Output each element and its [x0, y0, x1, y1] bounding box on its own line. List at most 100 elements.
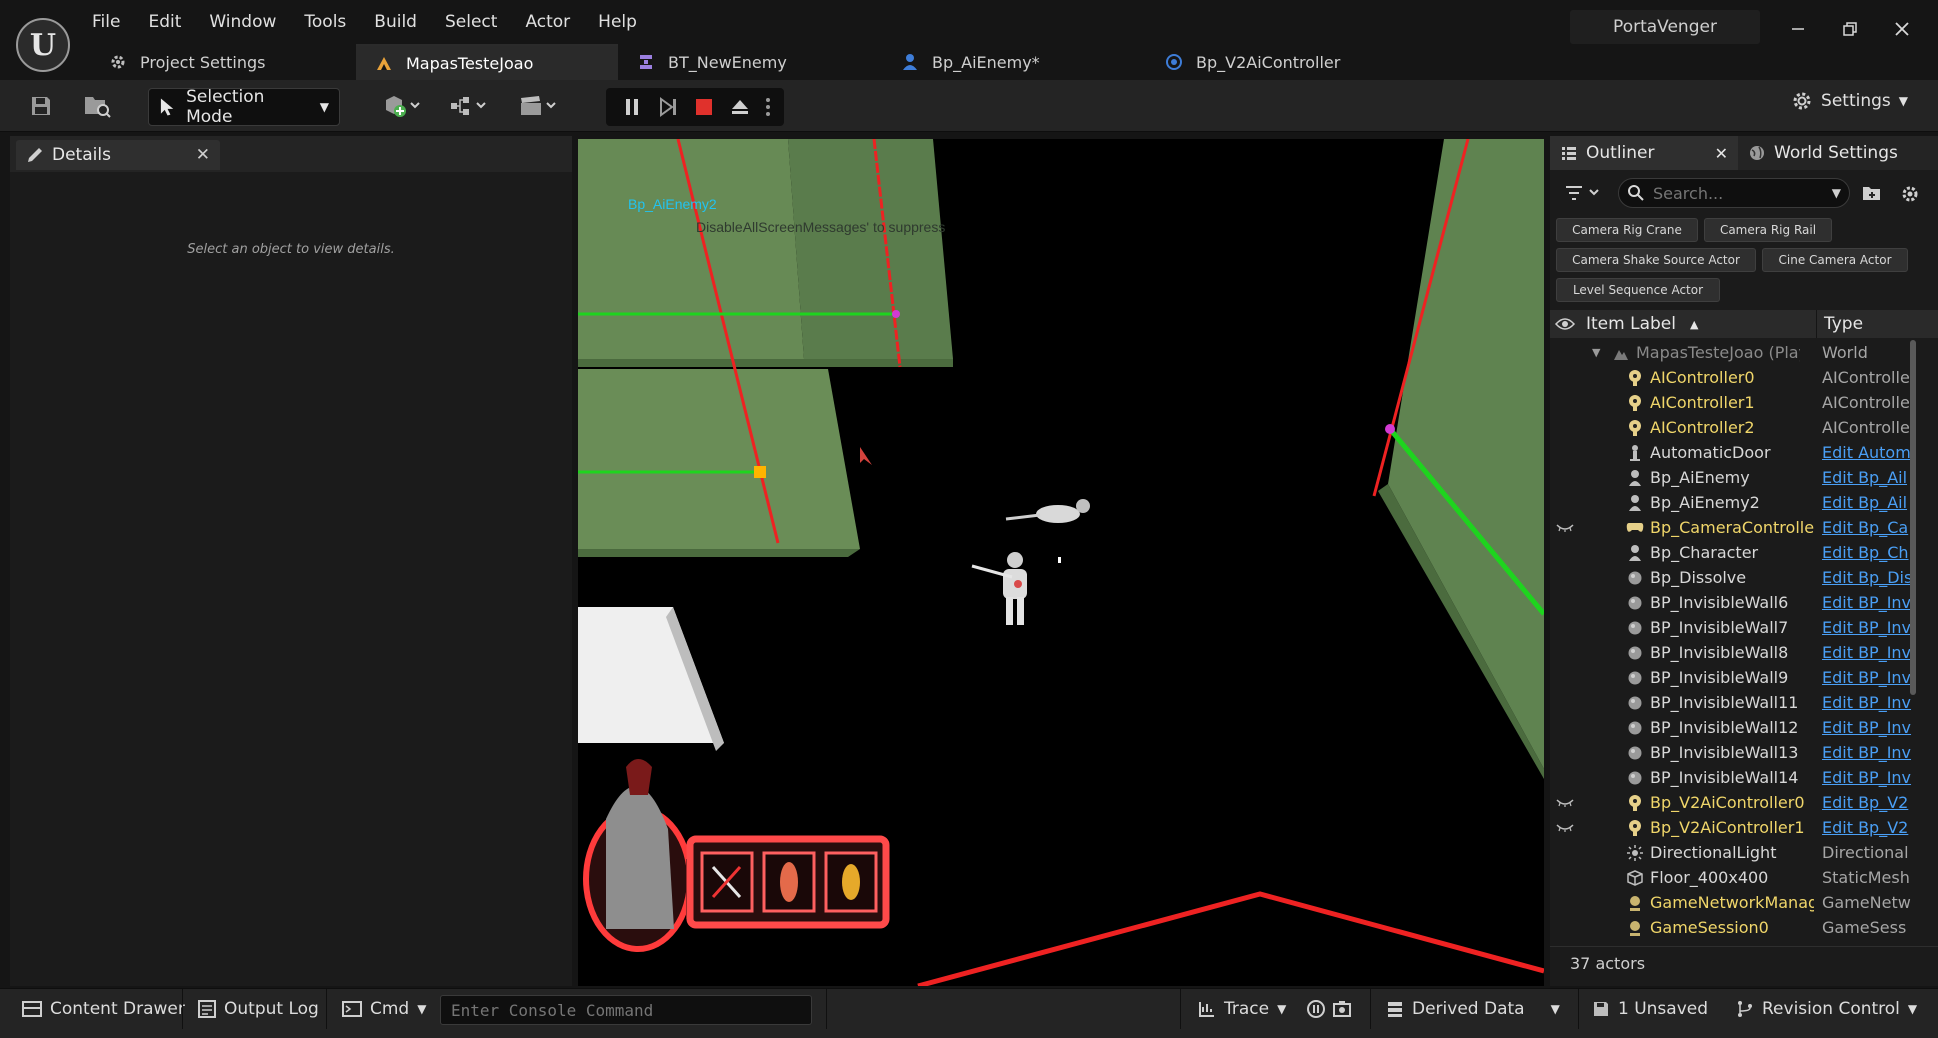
- blueprints-button[interactable]: [444, 88, 494, 124]
- tab-bp-aienemy[interactable]: Bp_AiEnemy*: [882, 44, 1146, 80]
- outliner-row[interactable]: Bp_CameraControlle Edit Bp_Ca: [1550, 515, 1930, 540]
- menu-window[interactable]: Window: [195, 8, 290, 40]
- add-folder-button[interactable]: [1862, 184, 1882, 206]
- tab-bp-v2aicontroller[interactable]: Bp_V2AiController: [1146, 44, 1386, 80]
- item-type[interactable]: Edit Bp_V2: [1822, 818, 1926, 837]
- hidden-eye-icon[interactable]: [1550, 798, 1580, 808]
- outliner-row[interactable]: AIController1 AIControlle: [1550, 390, 1930, 415]
- column-item-label[interactable]: Item Label: [1586, 314, 1676, 334]
- close-icon[interactable]: ✕: [1715, 144, 1728, 163]
- outliner-row[interactable]: BP_InvisibleWall8 Edit BP_Inv: [1550, 640, 1930, 665]
- quick-add-camera-rig-crane[interactable]: Camera Rig Crane: [1556, 218, 1698, 242]
- menu-tools[interactable]: Tools: [290, 8, 360, 40]
- pause-button[interactable]: [616, 89, 648, 125]
- gear-icon: [1902, 186, 1918, 202]
- filter-button[interactable]: [1564, 184, 1604, 206]
- outliner-row[interactable]: BP_InvisibleWall14 Edit BP_Inv: [1550, 765, 1930, 790]
- derived-data-dropdown[interactable]: Derived Data ▼: [1376, 991, 1570, 1027]
- unsaved-button[interactable]: 1 Unsaved: [1582, 991, 1718, 1027]
- play-options-button[interactable]: [758, 89, 778, 125]
- outliner-row[interactable]: AIController0 AIControlle: [1550, 365, 1930, 390]
- minimize-button[interactable]: [1776, 12, 1820, 46]
- menu-help[interactable]: Help: [584, 8, 651, 40]
- quick-add-camera-rig-rail[interactable]: Camera Rig Rail: [1704, 218, 1832, 242]
- item-type[interactable]: Edit BP_Inv: [1822, 718, 1926, 737]
- output-log-button[interactable]: Output Log: [188, 991, 329, 1027]
- collapse-arrow-icon[interactable]: ▼: [1592, 346, 1600, 359]
- item-type[interactable]: Edit BP_Inv: [1822, 693, 1926, 712]
- quick-add-level-sequence[interactable]: Level Sequence Actor: [1556, 278, 1720, 302]
- close-window-button[interactable]: [1880, 12, 1924, 46]
- outliner-row[interactable]: Bp_V2AiController0 Edit Bp_V2: [1550, 790, 1930, 815]
- eject-button[interactable]: [724, 89, 756, 125]
- tab-mapasteste-joao[interactable]: MapasTesteJoao: [356, 44, 618, 80]
- revision-control-dropdown[interactable]: Revision Control ▼: [1726, 991, 1927, 1027]
- menu-build[interactable]: Build: [360, 8, 431, 40]
- cinematics-button[interactable]: [514, 88, 564, 124]
- outliner-row[interactable]: BP_InvisibleWall11 Edit BP_Inv: [1550, 690, 1930, 715]
- tab-outliner[interactable]: Outliner ✕: [1550, 136, 1738, 170]
- outliner-row[interactable]: DirectionalLight Directional: [1550, 840, 1930, 865]
- chevron-down-icon[interactable]: ▼: [1832, 186, 1841, 200]
- hidden-eye-icon[interactable]: [1550, 823, 1580, 833]
- tab-project-settings[interactable]: Project Settings: [90, 44, 356, 80]
- tab-details[interactable]: Details ✕: [16, 140, 220, 170]
- tab-bt-newenemy[interactable]: BT_NewEnemy: [618, 44, 882, 80]
- eye-icon[interactable]: [1550, 317, 1580, 331]
- details-panel: Details ✕ Select an object to view detai…: [10, 136, 572, 986]
- outliner-row[interactable]: BP_InvisibleWall7 Edit BP_Inv: [1550, 615, 1930, 640]
- outliner-row[interactable]: Bp_Dissolve Edit Bp_Dis: [1550, 565, 1930, 590]
- item-type[interactable]: Edit Bp_V2: [1822, 793, 1926, 812]
- tab-world-settings[interactable]: World Settings: [1738, 136, 1908, 170]
- outliner-row[interactable]: Bp_AiEnemy2 Edit Bp_Ail: [1550, 490, 1930, 515]
- outliner-row[interactable]: Bp_V2AiController1 Edit Bp_V2: [1550, 815, 1930, 840]
- outliner-row[interactable]: Bp_AiEnemy Edit Bp_Ail: [1550, 465, 1930, 490]
- quick-add-camera-shake-source[interactable]: Camera Shake Source Actor: [1556, 248, 1756, 272]
- menu-select[interactable]: Select: [431, 8, 511, 40]
- content-drawer-button[interactable]: Content Drawer: [12, 991, 195, 1027]
- item-label: AIController1: [1650, 393, 1755, 412]
- stop-button[interactable]: [688, 89, 720, 125]
- outliner-row[interactable]: BP_InvisibleWall6 Edit BP_Inv: [1550, 590, 1930, 615]
- outliner-row[interactable]: AIController2 AIControlle: [1550, 415, 1930, 440]
- light-icon: [1626, 844, 1644, 862]
- hidden-eye-icon[interactable]: [1550, 523, 1580, 533]
- quick-add-cine-camera[interactable]: Cine Camera Actor: [1762, 248, 1908, 272]
- column-type[interactable]: Type: [1824, 314, 1863, 334]
- browse-content-button[interactable]: [78, 88, 116, 124]
- menu-edit[interactable]: Edit: [134, 8, 195, 40]
- outliner-row[interactable]: Bp_Character Edit Bp_Ch: [1550, 540, 1930, 565]
- pawn-icon: [1626, 469, 1644, 487]
- settings-dropdown[interactable]: Settings ▼: [1791, 90, 1908, 112]
- restore-button[interactable]: [1828, 12, 1872, 46]
- level-viewport[interactable]: Bp_AiEnemy2 DisableAllScreenMessages' to…: [578, 139, 1544, 986]
- item-type[interactable]: Edit BP_Inv: [1822, 743, 1926, 762]
- outliner-scrollbar[interactable]: [1910, 340, 1916, 695]
- item-type[interactable]: Edit BP_Inv: [1822, 768, 1926, 787]
- outliner-row[interactable]: BP_InvisibleWall9 Edit BP_Inv: [1550, 665, 1930, 690]
- outliner-column-header: Item Label ▲ Type: [1550, 310, 1938, 338]
- outliner-row[interactable]: ▼ MapasTesteJoao (Play World: [1550, 340, 1930, 365]
- cmd-dropdown[interactable]: Cmd ▼: [332, 991, 436, 1027]
- close-icon[interactable]: ✕: [196, 145, 210, 165]
- outliner-row[interactable]: BP_InvisibleWall13 Edit BP_Inv: [1550, 740, 1930, 765]
- outliner-row[interactable]: AutomaticDoor Edit Autom: [1550, 440, 1930, 465]
- search-input[interactable]: [1653, 183, 1803, 203]
- menu-actor[interactable]: Actor: [511, 8, 584, 40]
- menu-file[interactable]: File: [78, 8, 134, 40]
- selection-mode-dropdown[interactable]: Selection Mode ▼: [148, 87, 340, 127]
- outliner-settings-button[interactable]: [1900, 184, 1920, 208]
- trace-recording-buttons[interactable]: [1300, 991, 1358, 1027]
- outliner-row[interactable]: GameNetworkManag GameNetw: [1550, 890, 1930, 915]
- outliner-row[interactable]: Floor_400x400 StaticMesh: [1550, 865, 1930, 890]
- item-type: Directional: [1822, 843, 1909, 862]
- unreal-logo[interactable]: U: [16, 18, 70, 72]
- skip-frame-button[interactable]: [652, 89, 684, 125]
- trace-dropdown[interactable]: Trace ▼: [1188, 991, 1296, 1027]
- world-settings-label: World Settings: [1774, 143, 1898, 163]
- add-actor-button[interactable]: [378, 88, 428, 124]
- save-button[interactable]: [24, 88, 58, 124]
- console-input[interactable]: [441, 996, 811, 1024]
- outliner-row[interactable]: GameSession0 GameSess: [1550, 915, 1930, 940]
- outliner-row[interactable]: BP_InvisibleWall12 Edit BP_Inv: [1550, 715, 1930, 740]
